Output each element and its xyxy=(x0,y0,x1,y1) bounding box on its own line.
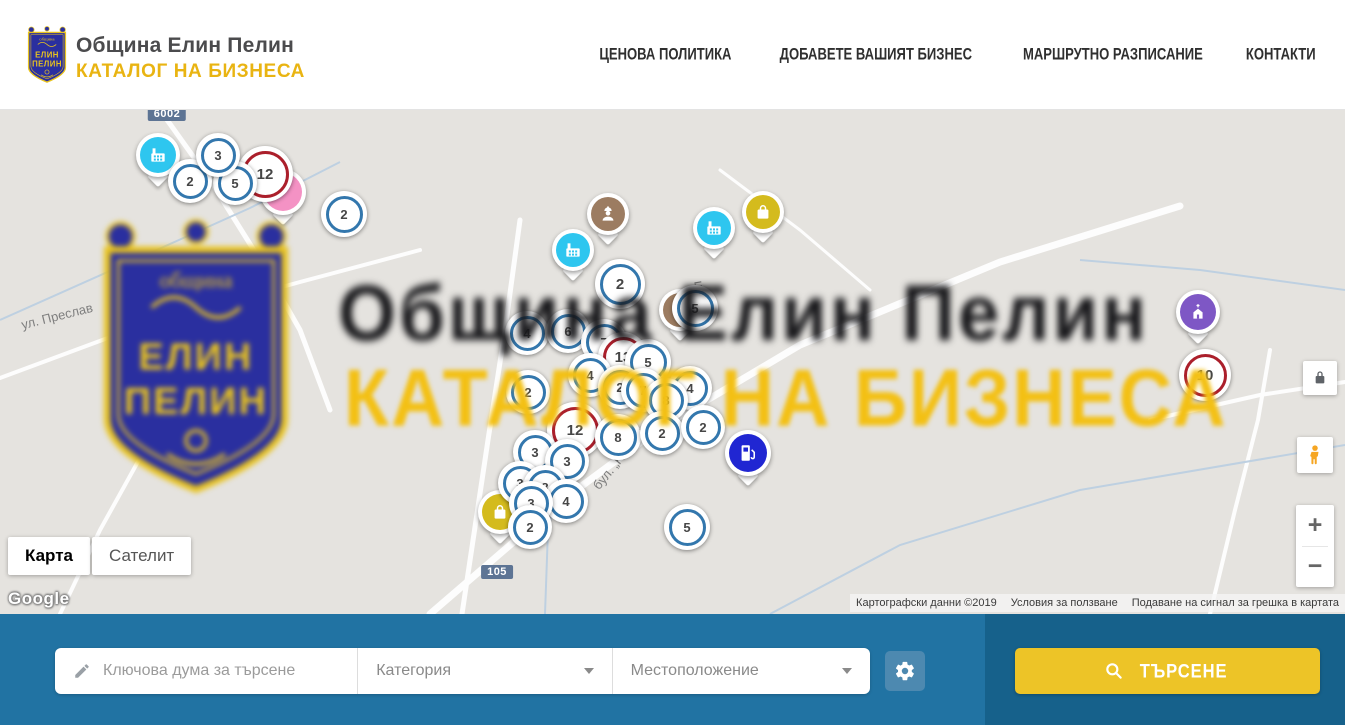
factory-icon xyxy=(697,211,731,245)
site-subtitle: КАТАЛОГ НА БИЗНЕСА xyxy=(76,61,305,84)
search-submit-panel: ТЪРСЕНЕ xyxy=(985,614,1345,725)
cluster-count: 8 xyxy=(662,393,669,408)
cluster-count: 2 xyxy=(340,207,347,222)
map-cluster[interactable]: 2 xyxy=(640,411,684,455)
cluster-count: 12 xyxy=(567,422,584,439)
location-select-label: Местоположение xyxy=(631,662,759,680)
pegman-icon xyxy=(1304,443,1326,467)
map-attribution: Картографски данни ©2019 Условия за полз… xyxy=(850,594,1345,612)
zoom-out-button[interactable]: − xyxy=(1296,547,1334,588)
church-icon xyxy=(1180,294,1216,330)
cluster-count: 2 xyxy=(186,174,193,189)
cluster-count: 4 xyxy=(686,381,693,396)
pin-head xyxy=(725,430,771,476)
lock-icon xyxy=(1312,370,1328,386)
map-cluster[interactable]: 10 xyxy=(1179,349,1231,401)
cluster-count: 3 xyxy=(214,148,221,163)
cluster-count: 5 xyxy=(231,176,238,191)
map-type-control: Карта Сателит xyxy=(8,537,191,575)
cluster-count: 2 xyxy=(658,426,665,441)
search-button-label: ТЪРСЕНЕ xyxy=(1140,659,1228,682)
municipality-logo[interactable] xyxy=(24,25,70,85)
attribution-copyright: Картографски данни ©2019 xyxy=(856,597,997,609)
nav-contacts[interactable]: КОНТАКТИ xyxy=(1246,46,1316,64)
pin-head xyxy=(1176,290,1220,334)
keyword-search-input[interactable] xyxy=(103,662,333,680)
map-cluster[interactable]: 8 xyxy=(595,414,641,460)
cluster-count: 2 xyxy=(526,520,533,535)
map-cluster[interactable]: 4 xyxy=(505,311,549,355)
keyword-segment xyxy=(55,648,357,694)
map-pin-factory[interactable] xyxy=(693,207,735,249)
map-cluster[interactable]: 2 xyxy=(508,505,552,549)
factory-icon xyxy=(140,137,176,173)
zoom-in-button[interactable]: + xyxy=(1296,505,1334,546)
chevron-down-icon xyxy=(584,668,594,674)
map-type-satellite-button[interactable]: Сателит xyxy=(92,537,191,575)
cluster-count: 3 xyxy=(563,454,570,469)
fuel-icon xyxy=(729,434,767,472)
map-markers-layer: 12523225467135422478128223338432510 xyxy=(0,110,1345,614)
map-pin-shopping-bag[interactable] xyxy=(742,191,784,233)
map-cluster[interactable]: 2 xyxy=(595,259,645,309)
cluster-count: 6 xyxy=(564,324,571,339)
page: Община Елин Пелин КАТАЛОГ НА БИЗНЕСА ЦЕН… xyxy=(0,0,1345,725)
search-filter-box: Категория Местоположение xyxy=(55,648,870,694)
google-logo[interactable]: Google xyxy=(8,589,70,609)
attribution-terms-link[interactable]: Условия за ползване xyxy=(1011,597,1118,609)
cluster-count: 2 xyxy=(699,420,706,435)
cluster-count: 4 xyxy=(562,494,569,509)
pencil-icon xyxy=(73,662,91,680)
cluster-count: 4 xyxy=(586,368,593,383)
advanced-search-button[interactable] xyxy=(885,651,925,691)
site-title-block: Община Елин Пелин КАТАЛОГ НА БИЗНЕСА xyxy=(76,33,305,84)
zoom-control: + − xyxy=(1296,505,1334,587)
main-nav: ЦЕНОВА ПОЛИТИКА ДОБАВЕТЕ ВАШИЯТ БИЗНЕС М… xyxy=(592,0,1320,110)
map-pin-church[interactable] xyxy=(1176,290,1220,334)
map-cluster[interactable]: 2 xyxy=(681,405,725,449)
worker-icon xyxy=(591,197,625,231)
cluster-count: 5 xyxy=(683,520,690,535)
cluster-count: 8 xyxy=(614,430,621,445)
pin-head xyxy=(742,191,784,233)
search-icon xyxy=(1104,661,1124,681)
nav-route-schedule[interactable]: МАРШРУТНО РАЗПИСАНИЕ xyxy=(1023,46,1203,64)
map-cluster[interactable]: 2 xyxy=(321,191,367,237)
nav-pricing-policy[interactable]: ЦЕНОВА ПОЛИТИКА xyxy=(599,46,731,64)
map-pin-factory[interactable] xyxy=(552,229,594,271)
map-type-map-button[interactable]: Карта xyxy=(8,537,90,575)
map-pin-fuel[interactable] xyxy=(725,430,771,476)
chevron-down-icon xyxy=(842,668,852,674)
category-select[interactable]: Категория xyxy=(358,648,611,694)
map-cluster[interactable]: 5 xyxy=(672,285,718,331)
nav-add-your-business[interactable]: ДОБАВЕТЕ ВАШИЯТ БИЗНЕС xyxy=(780,46,972,64)
search-button[interactable]: ТЪРСЕНЕ xyxy=(1015,648,1320,694)
header: Община Елин Пелин КАТАЛОГ НА БИЗНЕСА ЦЕН… xyxy=(0,0,1345,110)
shopping-bag-icon xyxy=(746,195,780,229)
gear-icon xyxy=(894,660,916,682)
pin-head xyxy=(552,229,594,271)
street-view-pegman-button[interactable] xyxy=(1297,437,1333,473)
cluster-count: 3 xyxy=(531,445,538,460)
cluster-count: 5 xyxy=(691,301,698,316)
cluster-count: 2 xyxy=(616,276,624,293)
location-select[interactable]: Местоположение xyxy=(613,648,870,694)
map-cluster[interactable]: 5 xyxy=(664,504,710,550)
cluster-count: 4 xyxy=(523,326,530,341)
pin-head xyxy=(693,207,735,249)
attribution-report-error-link[interactable]: Подаване на сигнал за грешка в картата xyxy=(1132,597,1339,609)
cluster-count: 10 xyxy=(1197,367,1214,384)
search-bar: ТЪРСЕНЕ Категория Местоположение xyxy=(0,614,1345,725)
cluster-count: 12 xyxy=(257,166,274,183)
map-cluster[interactable]: 3 xyxy=(196,133,240,177)
map-canvas[interactable]: 6002 105 ул. Преслав бул. „Новосел ци xyxy=(0,110,1345,614)
category-select-label: Категория xyxy=(376,662,451,680)
site-title: Община Елин Пелин xyxy=(76,33,305,58)
cluster-count: 2 xyxy=(524,385,531,400)
map-lock-button[interactable] xyxy=(1303,361,1337,395)
map-cluster[interactable]: 2 xyxy=(506,370,550,414)
factory-icon xyxy=(556,233,590,267)
